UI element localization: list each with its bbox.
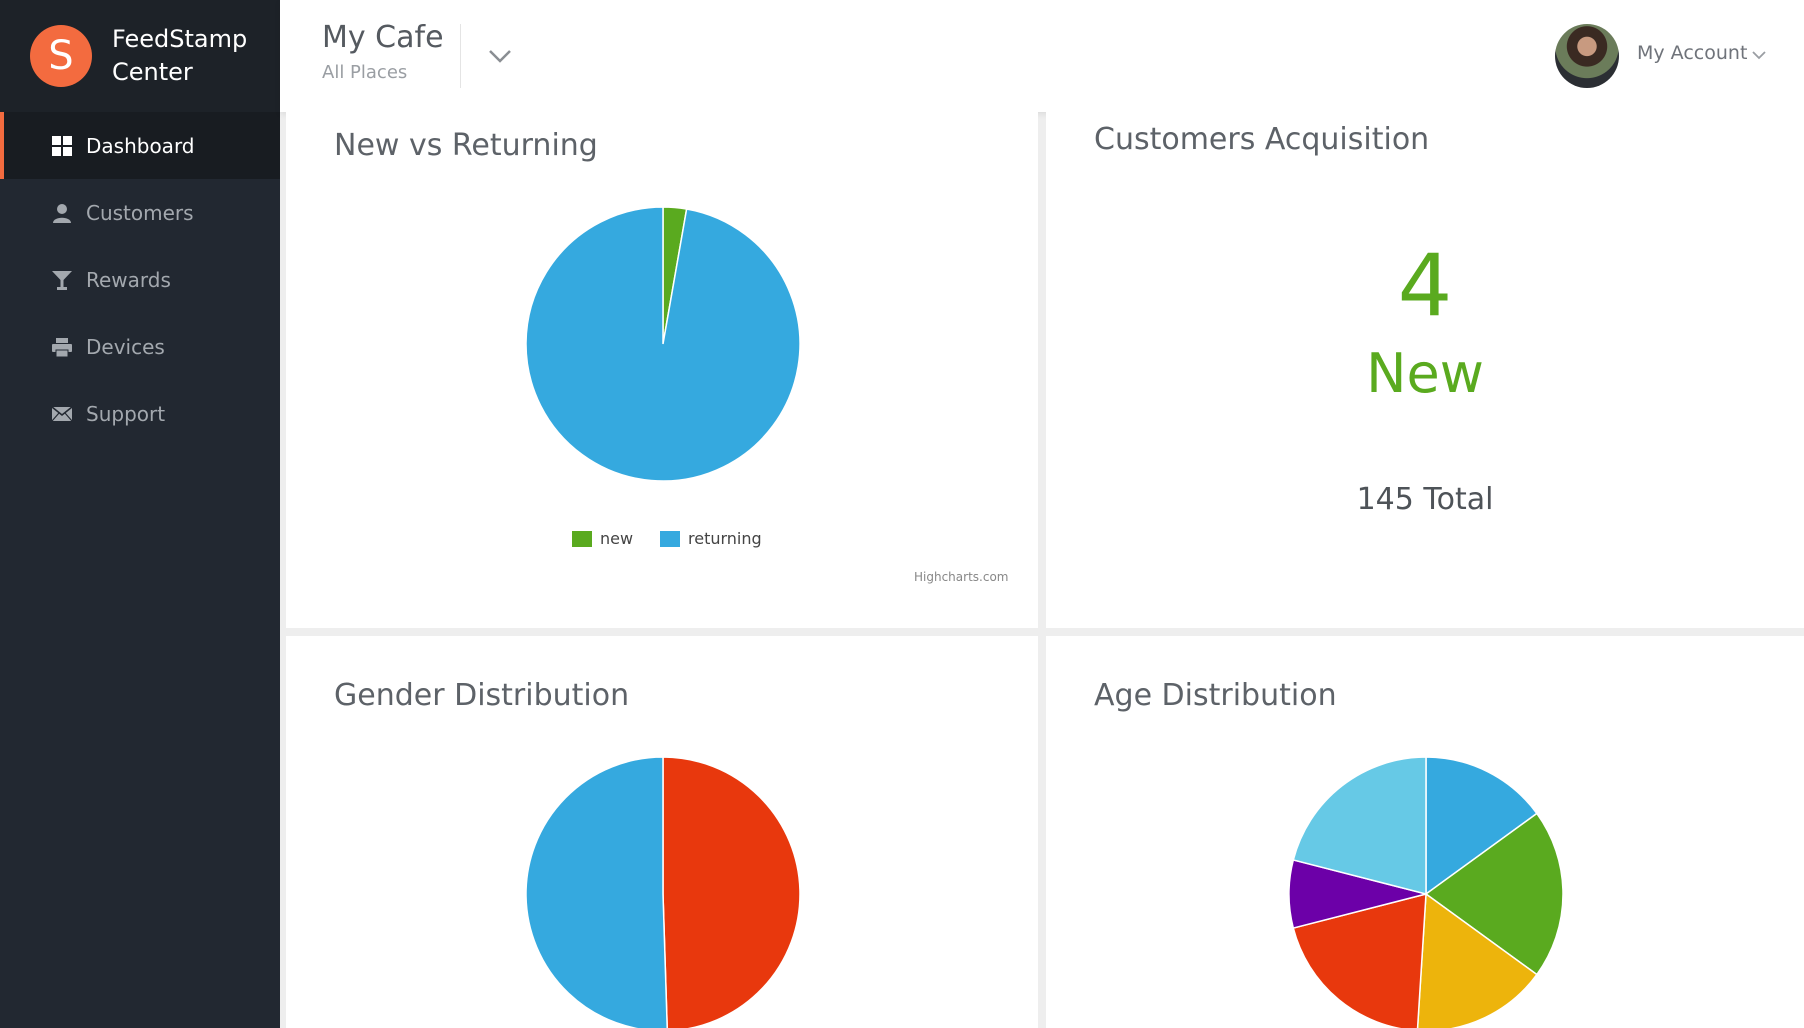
legend-swatch (660, 530, 680, 547)
customers-acquisition-card: Customers Acquisition 4 New 145 Total (1046, 112, 1804, 628)
cocktail-glass-icon (50, 268, 74, 292)
user-icon (50, 201, 74, 225)
top-header: My Cafe All Places My Account (280, 0, 1804, 112)
legend-swatch (572, 530, 592, 547)
gender-slice-1[interactable] (525, 756, 668, 1028)
sidebar-item-rewards[interactable]: Rewards (0, 246, 280, 313)
avatar[interactable] (1555, 24, 1619, 88)
gender-slice-0[interactable] (662, 756, 801, 1028)
sidebar-item-support[interactable]: Support (0, 380, 280, 447)
gender-distribution-card: Gender Distribution (286, 636, 1038, 1028)
legend-label: returning (688, 529, 762, 548)
brand-line-2: Center (112, 58, 193, 86)
sidebar: S FeedStamp Center Dashboard Customers R… (0, 0, 280, 1028)
new-vs-returning-pie (525, 206, 801, 482)
legend-item-new[interactable]: new (572, 529, 633, 548)
place-dropdown-chevron-icon[interactable] (482, 38, 518, 74)
age-distribution-card: Age Distribution (1046, 636, 1804, 1028)
sidebar-item-label: Support (86, 401, 166, 426)
envelope-icon (50, 402, 74, 426)
new-customers-label: New (1366, 342, 1484, 405)
gender-distribution-pie (525, 756, 801, 1028)
sidebar-item-devices[interactable]: Devices (0, 313, 280, 380)
logo-letter: S (48, 33, 74, 79)
new-vs-returning-slice-returning[interactable] (525, 206, 801, 482)
card-title: Customers Acquisition (1094, 122, 1430, 157)
legend-label: new (600, 529, 634, 548)
brand[interactable]: S FeedStamp Center (0, 0, 280, 112)
account-menu-label[interactable]: My Account (1637, 42, 1747, 64)
new-vs-returning-card: New vs Returning new returning Highchart… (286, 112, 1038, 628)
age-distribution-pie (1288, 756, 1564, 1028)
sidebar-item-dashboard[interactable]: Dashboard (0, 112, 280, 179)
total-customers-label: 145 Total (1356, 482, 1494, 517)
sidebar-item-customers[interactable]: Customers (0, 179, 280, 246)
brand-line-1: FeedStamp (112, 25, 248, 53)
sidebar-item-label: Customers (86, 200, 194, 225)
chart-credits-link[interactable]: Highcharts.com (914, 570, 1008, 584)
printer-icon (50, 335, 74, 359)
place-subtitle: All Places (322, 62, 408, 83)
brand-name: FeedStamp Center (112, 23, 247, 89)
dashboard-grid-icon (50, 134, 74, 158)
sidebar-item-label: Rewards (86, 267, 171, 292)
place-title[interactable]: My Cafe (322, 20, 444, 55)
legend-item-returning[interactable]: returning (660, 529, 762, 548)
app-root: S FeedStamp Center Dashboard Customers R… (0, 0, 1804, 1028)
header-divider (460, 24, 461, 88)
sidebar-item-label: Devices (86, 334, 165, 359)
sidebar-item-label: Dashboard (86, 133, 195, 158)
brand-logo-icon: S (30, 25, 92, 87)
account-chevron-down-icon[interactable] (1750, 46, 1768, 64)
new-customers-count: 4 (1397, 236, 1453, 336)
sidebar-nav: Dashboard Customers Rewards Devices Supp… (0, 112, 280, 447)
